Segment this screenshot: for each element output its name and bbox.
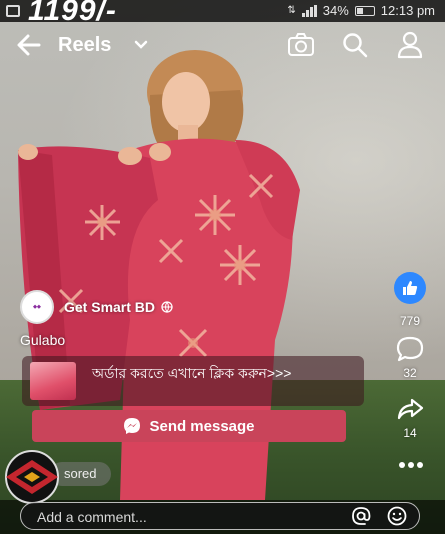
- status-right: ⇅ 34% 12:13 pm: [287, 3, 435, 18]
- like-action: 779: [390, 272, 430, 328]
- share-count: 14: [403, 426, 417, 440]
- clock: 12:13 pm: [380, 3, 435, 18]
- send-message-label: Send message: [149, 417, 255, 435]
- reels-top-bar: Reels: [0, 22, 445, 68]
- avatar[interactable]: ◆◆: [20, 290, 54, 324]
- brand-logo-icon: ◆◆: [33, 304, 41, 310]
- post-author: ◆◆ Get Smart BD: [20, 290, 173, 324]
- emoji-icon[interactable]: [387, 506, 407, 526]
- signal-icon: [301, 4, 317, 17]
- search-icon[interactable]: [340, 30, 370, 60]
- reel-video[interactable]: [0, 0, 445, 534]
- reels-title[interactable]: Reels: [58, 34, 111, 57]
- globe-icon: [161, 301, 173, 313]
- comment-input[interactable]: [35, 503, 319, 530]
- ad-text: অর্ডার করতে এখানে ক্লিক করুন>>>: [92, 365, 292, 381]
- comment-count: 32: [403, 366, 417, 380]
- chevron-down-icon[interactable]: [134, 38, 148, 52]
- post-caption: Gulabo: [20, 332, 66, 348]
- brand-watermark-logo: [5, 450, 59, 504]
- profile-icon[interactable]: [395, 30, 425, 60]
- battery-percent: 34%: [322, 3, 349, 18]
- like-count: 779: [399, 314, 421, 328]
- model-in-saree: [18, 50, 300, 501]
- status-bar: 1199/- ⇅ 34% 12:13 pm: [0, 0, 445, 27]
- ad-card[interactable]: অর্ডার করতে এখানে ক্লিক করুন>>>: [22, 356, 364, 406]
- comment-bar: [20, 502, 420, 530]
- messenger-icon: [124, 418, 141, 434]
- share-icon[interactable]: [395, 394, 425, 424]
- like-icon[interactable]: [394, 272, 426, 304]
- mention-icon[interactable]: [351, 506, 371, 526]
- share-action: 14: [390, 394, 430, 440]
- more-icon[interactable]: [396, 458, 426, 472]
- comment-action: 32: [390, 334, 430, 380]
- author-name[interactable]: Get Smart BD: [64, 299, 155, 315]
- ad-thumbnail: [30, 362, 76, 400]
- gallery-icon: [6, 5, 20, 17]
- send-message-button[interactable]: Send message: [32, 410, 346, 442]
- comment-icon[interactable]: [395, 334, 425, 364]
- camera-icon[interactable]: [286, 30, 316, 60]
- battery-icon: [354, 5, 375, 16]
- data-transfer-icon: ⇅: [287, 5, 296, 16]
- back-arrow-icon[interactable]: [14, 30, 44, 60]
